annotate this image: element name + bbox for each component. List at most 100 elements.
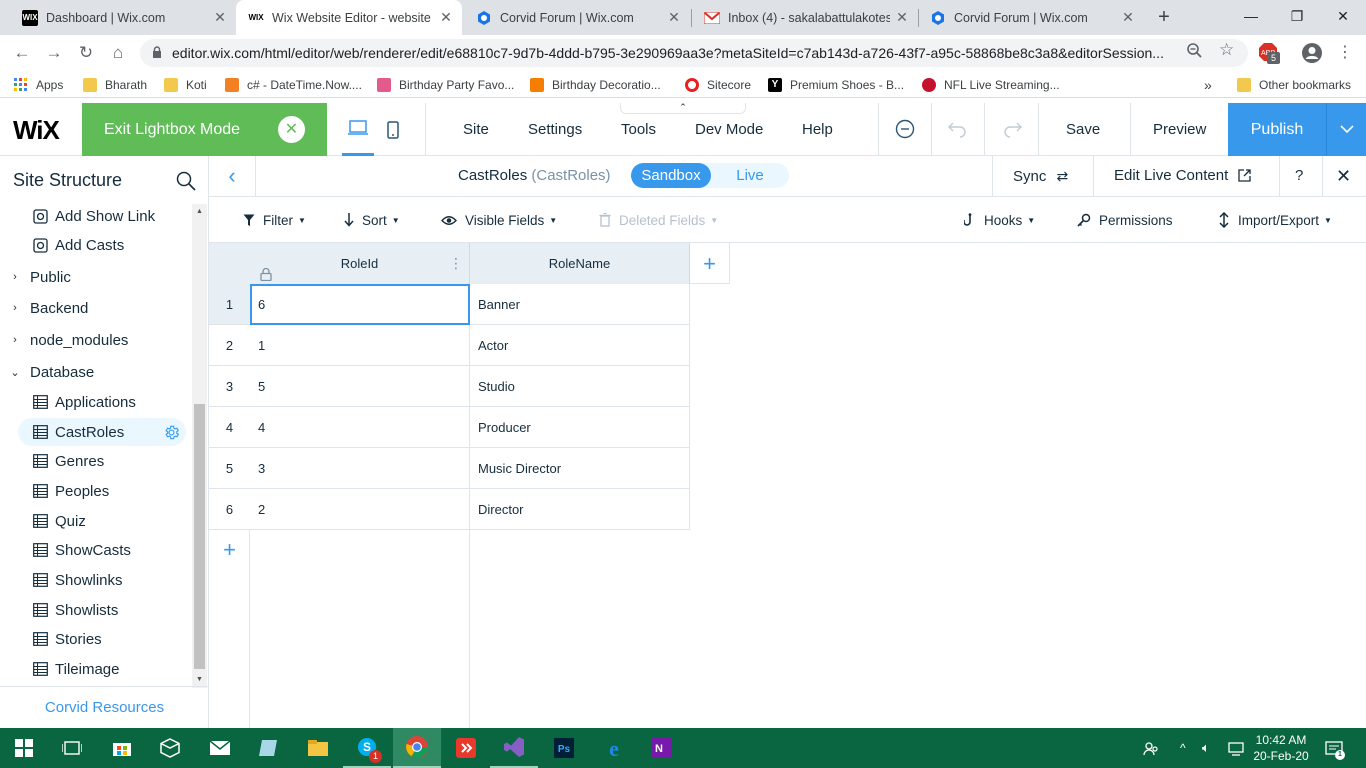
cell-rolename[interactable]: Studio <box>470 366 690 407</box>
bookmark-nfl[interactable]: NFL Live Streaming... <box>922 75 1060 95</box>
minimize-window-button[interactable]: — <box>1228 0 1274 32</box>
bookmark-bharath[interactable]: Bharath <box>83 75 147 95</box>
mail-icon[interactable] <box>196 728 244 768</box>
browser-tab[interactable]: Inbox (4) - sakalabattulakotesw ✕ <box>692 0 918 35</box>
show-hidden-icons-chevron-icon[interactable]: ^ <box>1180 728 1186 768</box>
cell-roleid[interactable]: 1 <box>250 325 470 366</box>
import-export-dropdown[interactable]: Import/Export ▼ <box>1218 212 1332 228</box>
column-header-roleid[interactable]: RoleId ⋮ <box>250 243 470 284</box>
back-chevron-icon[interactable]: ‹ <box>209 156 256 196</box>
exit-lightbox-mode[interactable]: Exit Lightbox Mode ✕ <box>82 103 327 156</box>
deleted-fields-dropdown[interactable]: Deleted Fields ▼ <box>599 212 718 228</box>
cell-rolename[interactable]: Director <box>470 489 690 530</box>
bookmark-birthday-favors[interactable]: Birthday Party Favo... <box>377 75 514 95</box>
remote-app-icon[interactable] <box>442 728 490 768</box>
cell-rolename[interactable]: Actor <box>470 325 690 366</box>
bookmark-sitecore[interactable]: Sitecore <box>685 75 751 95</box>
cell-rolename[interactable]: Banner <box>470 284 690 325</box>
browser-tab[interactable]: Corvid Forum | Wix.com ✕ <box>464 0 690 35</box>
preview-button[interactable]: Preview <box>1153 103 1206 156</box>
cell-rolename[interactable]: Producer <box>470 407 690 448</box>
bookmark-birthday-decoration[interactable]: Birthday Decoratio... <box>530 75 661 95</box>
bookmark-csharp[interactable]: c# - DateTime.Now.... <box>225 75 362 95</box>
sidebar-item-castroles[interactable]: CastRoles <box>18 418 186 446</box>
cell-roleid[interactable]: 3 <box>250 448 470 489</box>
onenote-icon[interactable]: N <box>637 728 685 768</box>
hooks-dropdown[interactable]: Hooks ▼ <box>964 212 1035 228</box>
network-icon[interactable] <box>1228 728 1244 768</box>
people-icon[interactable] <box>1143 728 1159 768</box>
sidebar-item-quiz[interactable]: Quiz <box>0 507 192 535</box>
filter-dropdown[interactable]: Filter ▼ <box>243 212 306 228</box>
sidebar-folder-node-modules[interactable]: › node_modules <box>0 326 192 354</box>
volume-icon[interactable]: 🔈︎ <box>1202 728 1210 768</box>
sidebar-scrollbar[interactable]: ▲ ▼ <box>192 204 207 688</box>
close-tab-icon[interactable]: ✕ <box>894 9 910 26</box>
menu-site[interactable]: Site <box>463 103 489 156</box>
windows-start-icon[interactable] <box>0 728 48 768</box>
add-row-button[interactable]: + <box>209 530 250 570</box>
new-tab-button[interactable]: + <box>1152 5 1176 29</box>
notes-app-icon[interactable] <box>244 728 292 768</box>
column-header-rolename[interactable]: RoleName <box>470 243 690 284</box>
sidebar-item-add-casts[interactable]: Add Casts <box>0 231 192 259</box>
file-explorer-icon[interactable] <box>294 728 342 768</box>
sandbox-live-toggle[interactable]: Sandbox Live <box>631 163 789 188</box>
scrollbar-thumb[interactable] <box>194 404 205 669</box>
adblock-extension-icon[interactable]: ABP 5 <box>1258 42 1280 64</box>
close-tab-icon[interactable]: ✕ <box>212 9 228 26</box>
table-row[interactable]: 6 2 Director <box>209 489 690 530</box>
publish-button[interactable]: Publish <box>1228 103 1326 156</box>
bookmark-other[interactable]: Other bookmarks <box>1237 75 1351 95</box>
close-tab-icon[interactable]: ✕ <box>438 9 454 26</box>
visible-fields-dropdown[interactable]: Visible Fields ▼ <box>441 212 557 228</box>
cell-roleid[interactable]: 4 <box>250 407 470 448</box>
sidebar-item-stories[interactable]: Stories <box>0 625 192 653</box>
publish-options-chevron-icon[interactable] <box>1326 103 1366 156</box>
back-arrow-icon[interactable]: ← <box>10 41 34 65</box>
bookmark-apps[interactable]: Apps <box>14 75 63 95</box>
close-tab-icon[interactable]: ✕ <box>666 9 682 26</box>
browser-tab[interactable]: Corvid Forum | Wix.com ✕ <box>918 0 1144 35</box>
menu-settings[interactable]: Settings <box>528 103 582 156</box>
sidebar-item-peoples[interactable]: Peoples <box>0 477 192 505</box>
cell-roleid[interactable]: 5 <box>250 366 470 407</box>
forward-arrow-icon[interactable]: → <box>42 41 66 65</box>
sidebar-folder-backend[interactable]: › Backend <box>0 294 192 322</box>
skype-icon[interactable]: S 1 <box>343 728 391 768</box>
mobile-view-icon[interactable] <box>377 103 409 156</box>
bookmarks-overflow-button[interactable]: » <box>1204 75 1212 95</box>
store-icon[interactable] <box>98 728 146 768</box>
help-button[interactable]: ? <box>1295 156 1303 196</box>
scroll-down-icon[interactable]: ▼ <box>192 676 207 683</box>
url-field[interactable]: editor.wix.com/html/editor/web/renderer/… <box>140 39 1248 67</box>
sidebar-item-showcasts[interactable]: ShowCasts <box>0 536 192 564</box>
action-center-icon[interactable]: 1 <box>1325 728 1345 768</box>
live-option[interactable]: Live <box>711 163 789 188</box>
sidebar-item-genres[interactable]: Genres <box>0 447 192 475</box>
edit-live-content-button[interactable]: Edit Live Content <box>1114 156 1252 196</box>
table-row[interactable]: 5 3 Music Director <box>209 448 690 489</box>
search-icon[interactable] <box>176 171 196 191</box>
sidebar-folder-database[interactable]: ⌄ Database <box>0 358 192 386</box>
restore-window-button[interactable]: ❐ <box>1274 0 1320 32</box>
task-view-icon[interactable] <box>48 728 96 768</box>
scroll-up-icon[interactable]: ▲ <box>192 208 207 215</box>
permissions-button[interactable]: Permissions <box>1077 212 1173 228</box>
corvid-resources-link[interactable]: Corvid Resources <box>0 686 209 728</box>
gear-icon[interactable] <box>163 424 180 445</box>
collapse-topbar-chevron-icon[interactable]: ⌃ <box>620 103 746 114</box>
sidebar-item-applications[interactable]: Applications <box>0 388 192 416</box>
edge-icon[interactable]: e <box>590 728 638 768</box>
home-icon[interactable]: ⌂ <box>106 41 130 65</box>
sidebar-item-tileimage[interactable]: Tileimage <box>0 655 192 683</box>
browser-tab[interactable]: WIX Dashboard | Wix.com ✕ <box>10 0 236 35</box>
close-tab-icon[interactable]: ✕ <box>1120 9 1136 26</box>
desktop-view-icon[interactable] <box>342 103 374 156</box>
sandbox-option[interactable]: Sandbox <box>631 163 711 188</box>
cell-rolename[interactable]: Music Director <box>470 448 690 489</box>
table-row[interactable]: 4 4 Producer <box>209 407 690 448</box>
sync-button[interactable]: Sync ⇄ <box>1013 156 1068 196</box>
bookmark-koti[interactable]: Koti <box>164 75 207 95</box>
cell-roleid[interactable]: 2 <box>250 489 470 530</box>
